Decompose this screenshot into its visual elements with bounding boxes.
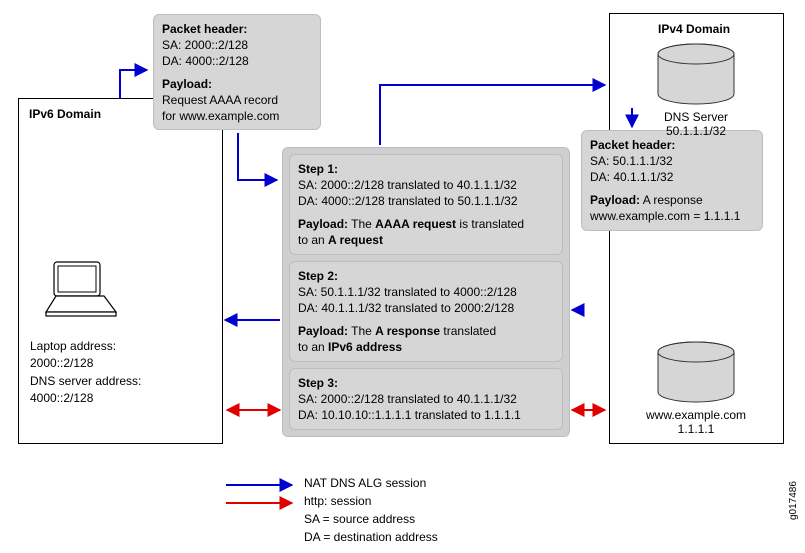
arrows-overlay [0, 0, 805, 553]
legend-nat: NAT DNS ALG session [304, 475, 426, 492]
legend-da: DA = destination address [304, 529, 438, 546]
legend-sa: SA = source address [304, 511, 415, 528]
legend-http: http: session [304, 493, 371, 510]
legend: NAT DNS ALG session http: session SA = s… [226, 475, 438, 547]
figure-id-tag: g017486 [788, 481, 799, 520]
